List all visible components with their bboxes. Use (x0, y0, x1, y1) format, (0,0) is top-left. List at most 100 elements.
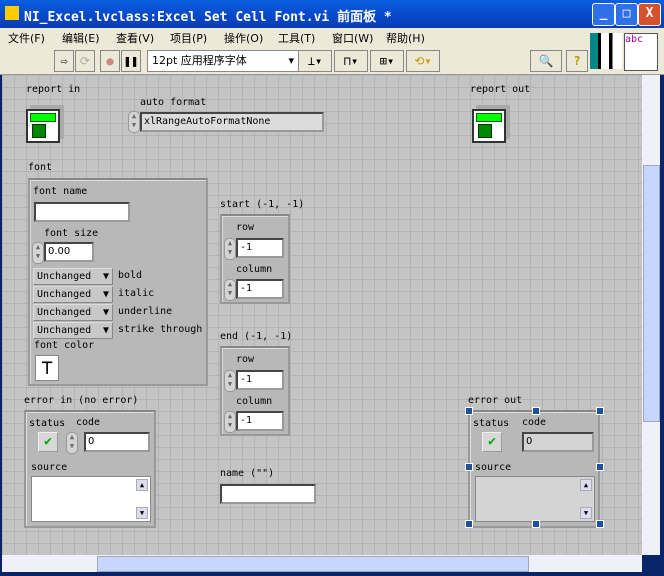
error-out-status-led: ✔ (482, 432, 502, 452)
selection-handle[interactable] (465, 463, 473, 471)
distribute-objects-icon[interactable]: ⊓▾ (334, 50, 368, 72)
selection-handle[interactable] (596, 520, 604, 528)
front-panel: report in report out auto format ▲ ▼ xlRa… (2, 75, 642, 555)
error-out-cluster: status code ✔ 0 source ▲ ▼ (468, 410, 600, 528)
menu-edit[interactable]: 编辑(E) (62, 30, 100, 46)
title-bar: NI_Excel.lvclass:Excel Set Cell Font.vi … (0, 0, 664, 28)
selection-handle[interactable] (465, 407, 473, 415)
error-in-source-input[interactable]: ▲ ▼ (31, 476, 151, 522)
end-row-spinner[interactable]: ▲ ▼ (224, 370, 236, 392)
search-icon[interactable]: 🔍 (530, 50, 562, 72)
error-in-code-spinner[interactable]: ▲ ▼ (66, 432, 78, 454)
vertical-scroll-thumb[interactable] (643, 165, 660, 422)
menu-operate[interactable]: 操作(O) (224, 30, 263, 46)
menu-tools[interactable]: 工具(T) (278, 30, 315, 46)
close-button[interactable]: X (638, 3, 661, 26)
error-in-label: error in (no error) (24, 395, 139, 406)
font-select[interactable]: 12pt 应用程序字体 ▾ (147, 50, 299, 72)
font-name-label: font name (33, 186, 88, 197)
strike-through-ring[interactable]: Unchanged ▼ (33, 322, 113, 339)
run-continuously-icon[interactable]: ⟳ (75, 50, 95, 72)
maximize-button[interactable]: □ (615, 3, 638, 26)
horizontal-scroll-thumb[interactable] (97, 556, 529, 572)
vi-icon: abc (624, 33, 658, 71)
menu-project[interactable]: 项目(P) (170, 30, 207, 46)
cube-icon (478, 124, 492, 138)
chevron-down-icon: ▼ (102, 307, 109, 318)
name-input[interactable] (220, 484, 316, 504)
selection-handle[interactable] (596, 463, 604, 471)
error-in-status-checkbox[interactable]: ✔ (38, 432, 58, 452)
end-column-label: column (236, 396, 273, 407)
start-column-label: column (236, 264, 273, 275)
end-row-input[interactable]: -1 (236, 370, 284, 390)
name-label: name ("") (220, 468, 275, 479)
menu-file[interactable]: 文件(F) (8, 30, 45, 46)
report-in-label: report in (26, 84, 81, 95)
font-select-value: 12pt 应用程序字体 (152, 54, 247, 67)
start-column-input[interactable]: -1 (236, 279, 284, 299)
font-color-box[interactable]: ⊤ (35, 355, 59, 381)
selection-handle[interactable] (532, 407, 540, 415)
font-name-input[interactable] (34, 202, 130, 222)
error-in-code-input[interactable]: 0 (84, 432, 150, 452)
pause-icon[interactable]: ❚❚ (121, 50, 141, 72)
font-label: font (28, 162, 53, 173)
italic-ring[interactable]: Unchanged ▼ (33, 286, 113, 303)
selection-handle[interactable] (465, 520, 473, 528)
strike-through-label: strike through (118, 324, 203, 335)
end-column-spinner[interactable]: ▲ ▼ (224, 411, 236, 433)
bold-ring[interactable]: Unchanged ▼ (33, 268, 113, 285)
font-size-label: font size (44, 228, 99, 239)
selection-handle[interactable] (532, 520, 540, 528)
italic-ring-value: Unchanged (37, 289, 92, 300)
chevron-down-icon: ▾ (288, 54, 294, 67)
minimize-button[interactable]: _ (592, 3, 615, 26)
scroll-down-icon[interactable]: ▼ (580, 507, 592, 519)
scroll-up-icon[interactable]: ▲ (136, 479, 148, 491)
error-in-cluster: status code ✔ ▲ ▼ 0 source ▲ ▼ (24, 410, 156, 528)
reorder-icon[interactable]: ⟲▾ (406, 50, 440, 72)
error-out-code-label: code (522, 417, 547, 428)
run-arrow-icon[interactable]: ⇨ (54, 50, 74, 72)
error-in-status-label: status (29, 418, 66, 429)
underline-ring[interactable]: Unchanged ▼ (33, 304, 113, 321)
abort-icon[interactable]: ● (100, 50, 120, 72)
menu-view[interactable]: 查看(V) (116, 30, 154, 46)
menu-window[interactable]: 窗口(W) (332, 30, 373, 46)
scroll-up-icon[interactable]: ▲ (580, 479, 592, 491)
end-column-input[interactable]: -1 (236, 411, 284, 431)
font-size-input[interactable]: 0.00 (44, 242, 94, 262)
vertical-scrollbar[interactable] (642, 75, 660, 555)
error-out-source-value: ▲ ▼ (475, 476, 595, 522)
error-out-source-label: source (475, 462, 512, 473)
bold-label: bold (118, 270, 143, 281)
end-row-label: row (236, 354, 255, 365)
window-title: NI_Excel.lvclass:Excel Set Cell Font.vi … (24, 10, 392, 25)
auto-format-spinner[interactable]: ▲ ▼ (128, 111, 140, 133)
font-cluster: font name font size ▲ ▼ 0.00 Unchanged ▼ b… (28, 178, 208, 386)
italic-label: italic (118, 288, 155, 299)
error-out-status-label: status (473, 418, 510, 429)
resize-objects-icon[interactable]: ⊞▾ (370, 50, 404, 72)
end-cluster: row ▲ ▼ -1 column ▲ ▼ -1 (220, 346, 290, 436)
error-out-code-value: 0 (522, 432, 594, 452)
start-row-spinner[interactable]: ▲ ▼ (224, 238, 236, 260)
auto-format-ring[interactable]: xlRangeAutoFormatNone (140, 112, 324, 132)
font-size-spinner[interactable]: ▲ ▼ (32, 242, 44, 264)
scroll-down-icon[interactable]: ▼ (136, 507, 148, 519)
auto-format-label: auto format (140, 97, 207, 108)
help-icon[interactable]: ? (566, 50, 588, 72)
start-column-spinner[interactable]: ▲ ▼ (224, 279, 236, 301)
menu-bar: 文件(F) 编辑(E) 查看(V) 项目(P) 操作(O) 工具(T) 窗口(W… (0, 28, 664, 47)
selection-handle[interactable] (596, 407, 604, 415)
chevron-down-icon: ▼ (102, 325, 109, 336)
horizontal-scrollbar[interactable] (2, 555, 642, 572)
vi-icon-text: abc (625, 34, 644, 45)
bold-ring-value: Unchanged (37, 271, 92, 282)
start-row-label: row (236, 222, 255, 233)
menu-help[interactable]: 帮助(H) (386, 30, 425, 46)
start-row-input[interactable]: -1 (236, 238, 284, 258)
report-in-control[interactable] (26, 109, 60, 143)
align-objects-icon[interactable]: ⊥▾ (298, 50, 332, 72)
